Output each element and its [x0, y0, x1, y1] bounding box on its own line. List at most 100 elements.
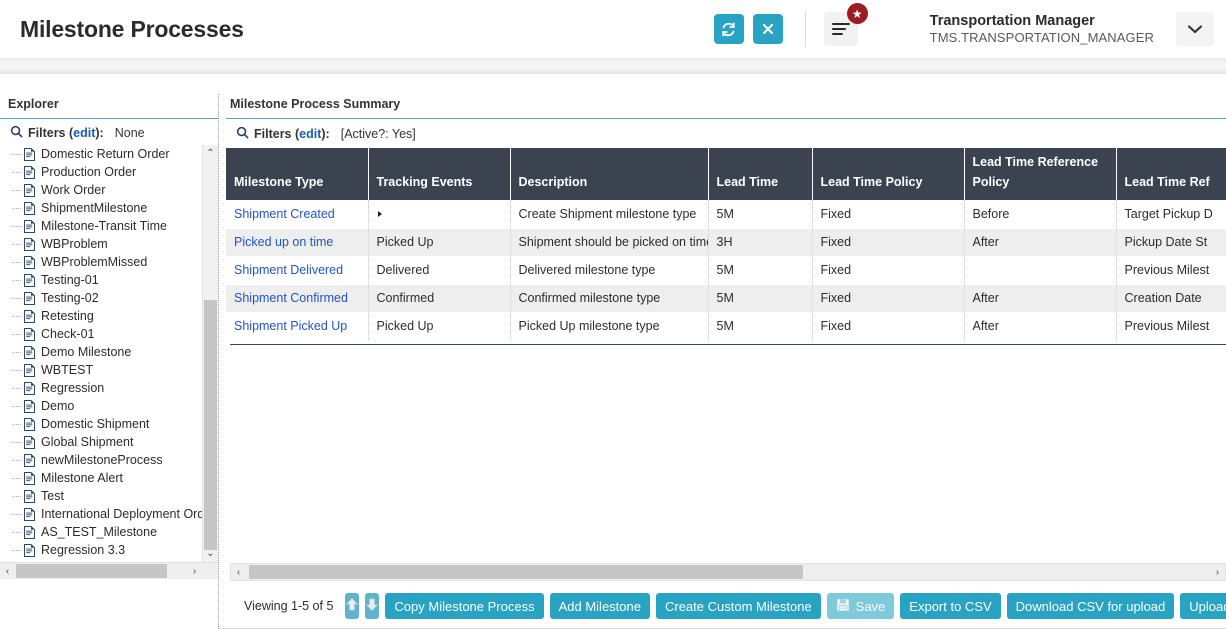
table-row[interactable]: Shipment Picked UpPicked UpPicked Up mil…	[226, 312, 1226, 340]
explorer-tree-item[interactable]: Demo Milestone	[24, 343, 202, 361]
explorer-hscroll-thumb[interactable]	[16, 564, 167, 578]
arrow-down-icon	[365, 597, 379, 615]
document-icon	[24, 292, 35, 305]
table-cell-lead-time-reference-policy: After	[964, 284, 1116, 312]
create-custom-milestone-button[interactable]: Create Custom Milestone	[656, 593, 821, 619]
explorer-tree-item-label: Demo	[41, 399, 74, 413]
explorer-tree-item[interactable]: Milestone-Transit Time	[24, 217, 202, 235]
explorer-scroll-thumb[interactable]	[204, 300, 217, 550]
main-panel: Milestone Process Summary Filters (edit)…	[219, 94, 1226, 629]
explorer-filters-value: None	[115, 126, 145, 140]
table-cell-lead-time-ref: Pickup Date St	[1116, 228, 1226, 256]
table-cell-lead-time-reference-policy: After	[964, 312, 1116, 340]
table-column-header[interactable]: Milestone Type	[226, 148, 368, 200]
download-csv-for-upload-button[interactable]: Download CSV for upload	[1007, 593, 1175, 619]
explorer-tree-item[interactable]: Work Order	[24, 181, 202, 199]
document-icon	[24, 454, 35, 467]
explorer-tree-item-label: Retesting	[41, 309, 94, 323]
header-button-group	[714, 14, 783, 44]
grid-hscroll-thumb[interactable]	[249, 565, 803, 579]
explorer-tree-item[interactable]: WBTEST	[24, 361, 202, 379]
milestone-type-link[interactable]: Shipment Confirmed	[234, 291, 348, 305]
explorer-tree-item-label: Demo Milestone	[41, 345, 131, 359]
main-filters-edit-link[interactable]: edit	[299, 127, 321, 141]
grid-scroll-left-arrow-icon[interactable]: ‹	[231, 564, 246, 580]
milestone-process-table: Milestone TypeTracking EventsDescription…	[226, 148, 1226, 341]
user-info[interactable]: Transportation Manager TMS.TRANSPORTATIO…	[930, 12, 1154, 46]
search-icon	[10, 125, 23, 141]
table-cell-lead-time-policy: Fixed	[812, 256, 964, 284]
search-icon	[236, 126, 249, 142]
explorer-tree-item[interactable]: Domestic Return Order	[24, 145, 202, 163]
table-row[interactable]: Shipment CreatedCreate Shipment mileston…	[226, 200, 1226, 228]
milestone-type-link[interactable]: Shipment Created	[234, 207, 335, 221]
explorer-tree-item[interactable]: AS_TEST_Milestone	[24, 523, 202, 541]
refresh-button[interactable]	[714, 14, 744, 44]
explorer-tree-item[interactable]: newMilestoneProcess	[24, 451, 202, 469]
add-milestone-button[interactable]: Add Milestone	[550, 593, 650, 619]
explorer-tree-item[interactable]: Testing-02	[24, 289, 202, 307]
table-column-header[interactable]: Description	[510, 148, 708, 200]
close-button[interactable]	[753, 14, 783, 44]
export-to-csv-button[interactable]: Export to CSV	[900, 593, 1000, 619]
table-cell-lead-time-policy: Fixed	[812, 228, 964, 256]
explorer-tree-item[interactable]: WBProblem	[24, 235, 202, 253]
explorer-tree-item[interactable]: Global Shipment	[24, 433, 202, 451]
explorer-tree-item[interactable]: Regression	[24, 379, 202, 397]
explorer-tree-item[interactable]: Domestic Shipment	[24, 415, 202, 433]
upload-csv-button[interactable]: Upload CSV	[1180, 593, 1226, 619]
table-column-header[interactable]: Lead Time Ref	[1116, 148, 1226, 200]
document-icon	[24, 310, 35, 323]
explorer-filters-row: Filters (edit): None	[0, 119, 218, 145]
table-body: Shipment CreatedCreate Shipment mileston…	[226, 200, 1226, 340]
document-icon	[24, 202, 35, 215]
explorer-tree-item-label: Regression 3.3	[41, 543, 125, 557]
explorer-tree-item[interactable]: Testing-01	[24, 271, 202, 289]
scroll-up-arrow-icon[interactable]: ⌃	[203, 145, 218, 162]
milestone-type-link[interactable]: Picked up on time	[234, 235, 333, 249]
explorer-tree-item[interactable]: WBProblemMissed	[24, 253, 202, 271]
table-cell-lead-time-ref: Previous Milest	[1116, 256, 1226, 284]
scroll-left-arrow-icon[interactable]: ‹	[0, 563, 15, 579]
copy-milestone-process-button[interactable]: Copy Milestone Process	[385, 593, 543, 619]
explorer-tree-item-label: Domestic Return Order	[41, 147, 170, 161]
explorer-tree-item[interactable]: ShipmentMilestone	[24, 199, 202, 217]
explorer-tree-item[interactable]: Demo	[24, 397, 202, 415]
move-up-button[interactable]	[345, 593, 359, 619]
explorer-tree-item-label: Milestone Alert	[41, 471, 123, 485]
chevron-down-icon	[1187, 22, 1203, 37]
milestone-type-link[interactable]: Shipment Picked Up	[234, 319, 347, 333]
explorer-tree-item[interactable]: Regression 3.3	[24, 541, 202, 559]
save-button[interactable]: Save	[827, 593, 895, 619]
table-row[interactable]: Shipment ConfirmedConfirmedConfirmed mil…	[226, 284, 1226, 312]
table-row[interactable]: Picked up on timePicked UpShipment shoul…	[226, 228, 1226, 256]
table-column-header[interactable]: Lead Time Policy	[812, 148, 964, 200]
explorer-tree-item[interactable]: Production Order	[24, 163, 202, 181]
move-down-button[interactable]	[365, 593, 379, 619]
table-column-header[interactable]: Lead Time Reference Policy	[964, 148, 1116, 200]
refresh-icon	[720, 21, 737, 38]
explorer-tree-item[interactable]: Test	[24, 487, 202, 505]
milestone-type-link[interactable]: Shipment Delivered	[234, 263, 343, 277]
explorer-tree-item[interactable]: Retesting	[24, 307, 202, 325]
explorer-tree-item[interactable]: International Deployment Ord	[24, 505, 202, 523]
table-column-header[interactable]: Lead Time	[708, 148, 812, 200]
action-bar: Viewing 1-5 of 5 Copy Milestone Process …	[226, 581, 1226, 629]
explorer-tree-item[interactable]: Milestone Alert	[24, 469, 202, 487]
scroll-right-arrow-icon[interactable]: ›	[187, 563, 202, 579]
grid-scroll-right-arrow-icon[interactable]: ›	[1210, 564, 1225, 580]
explorer-tree-item[interactable]: Check-01	[24, 325, 202, 343]
user-menu-button[interactable]	[1176, 12, 1214, 46]
explorer-tree-item-label: Milestone-Transit Time	[41, 219, 167, 233]
floppy-disk-save-icon	[836, 598, 850, 614]
explorer-filters-edit-link[interactable]: edit	[73, 126, 95, 140]
explorer-filters-label-text: Filters (	[28, 126, 73, 140]
table-column-header[interactable]: Tracking Events	[368, 148, 510, 200]
table-row[interactable]: Shipment DeliveredDeliveredDelivered mil…	[226, 256, 1226, 284]
save-button-label: Save	[856, 600, 886, 613]
scroll-down-arrow-icon[interactable]: ⌄	[203, 545, 218, 562]
explorer-vertical-scrollbar[interactable]: ⌃ ⌄	[202, 145, 218, 562]
main-filters-label: Filters (edit):	[254, 127, 330, 141]
explorer-horizontal-scrollbar[interactable]: ‹ ›	[0, 562, 218, 579]
grid-horizontal-scrollbar[interactable]: ‹ ›	[230, 563, 1226, 581]
